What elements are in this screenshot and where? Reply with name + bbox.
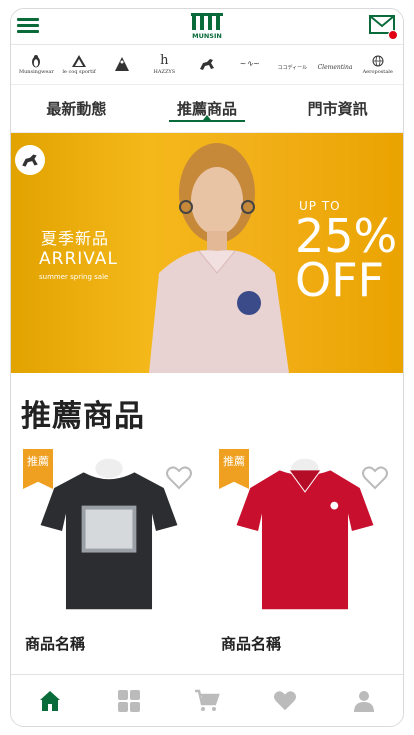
cart-icon[interactable]	[187, 681, 227, 721]
brand-le-coq-sportif[interactable]: le coq sportif	[58, 45, 101, 84]
brand-label: Aeropostale	[362, 69, 393, 75]
banner-title-zh: 夏季新品	[41, 229, 110, 248]
tab-recommended[interactable]: 推薦商品	[142, 85, 273, 132]
brand-figure[interactable]	[100, 45, 143, 84]
tab-bar: 最新動態 推薦商品 門市資訊	[11, 85, 403, 133]
favorite-heart-icon[interactable]	[165, 465, 193, 491]
banner-off: OFF	[295, 253, 385, 307]
brand-munsingwear[interactable]: Munsingwear	[15, 45, 58, 84]
section-title: 推薦商品	[21, 399, 145, 434]
app-frame: MUNSIN Munsingwear le coq sportif h HAZZ…	[10, 8, 404, 727]
figure-icon	[113, 57, 131, 71]
brand-script[interactable]: ~∿~	[228, 45, 271, 84]
product-name[interactable]: 商品名稱	[25, 633, 85, 654]
product-name[interactable]: 商品名稱	[221, 633, 281, 654]
brand-aeropostale[interactable]: Aeropostale	[356, 45, 399, 84]
top-bar: MUNSIN	[11, 9, 403, 45]
notification-badge	[388, 30, 398, 40]
favorite-heart-icon[interactable]	[361, 465, 389, 491]
product-card[interactable]: 推薦 商品名稱	[217, 443, 393, 653]
brand-horse[interactable]	[186, 45, 229, 84]
globe-icon	[369, 54, 387, 68]
heart-icon[interactable]	[265, 681, 305, 721]
grid-icon[interactable]	[109, 681, 149, 721]
logo-text: MUNSIN	[192, 32, 222, 40]
tab-store-info[interactable]: 門市資訊	[272, 85, 403, 132]
brand-hazzys[interactable]: h HAZZYS	[143, 45, 186, 84]
brand-bar: Munsingwear le coq sportif h HAZZYS ~∿~	[11, 45, 403, 85]
horse-icon	[198, 57, 216, 71]
product-list: 推薦 商品名稱 推薦 商品名稱	[11, 443, 403, 653]
script-logo-icon: ~∿~	[239, 59, 260, 68]
promo-banner[interactable]: 夏季新品 ARRIVAL summer spring sale UP TO 25…	[11, 133, 403, 373]
penguin-icon	[27, 54, 45, 68]
munsin-logo[interactable]: MUNSIN	[187, 11, 227, 41]
banner-title-en: ARRIVAL	[39, 249, 118, 269]
brand-label: le coq sportif	[62, 69, 96, 75]
product-card[interactable]: 推薦 商品名稱	[21, 443, 197, 653]
brand-cocodeal[interactable]: ココディール	[271, 45, 314, 84]
horse-icon	[15, 145, 45, 175]
rooster-icon	[70, 54, 88, 68]
mail-icon[interactable]	[369, 13, 398, 40]
banner-subtitle: summer spring sale	[39, 273, 109, 281]
model-photo	[149, 143, 289, 373]
brand-label: HAZZYS	[153, 69, 176, 75]
tab-latest-news[interactable]: 最新動態	[11, 85, 142, 132]
brand-label: Munsingwear	[18, 69, 54, 75]
h-monogram-icon: h	[160, 53, 169, 68]
brand-label: Clementina	[317, 64, 353, 71]
bottom-nav	[11, 674, 403, 726]
user-icon[interactable]	[344, 681, 384, 721]
home-icon[interactable]	[30, 681, 70, 721]
brand-clementina[interactable]: Clementina	[314, 45, 357, 84]
hamburger-menu-icon[interactable]	[17, 15, 39, 35]
brand-label: ココディール	[277, 65, 308, 71]
